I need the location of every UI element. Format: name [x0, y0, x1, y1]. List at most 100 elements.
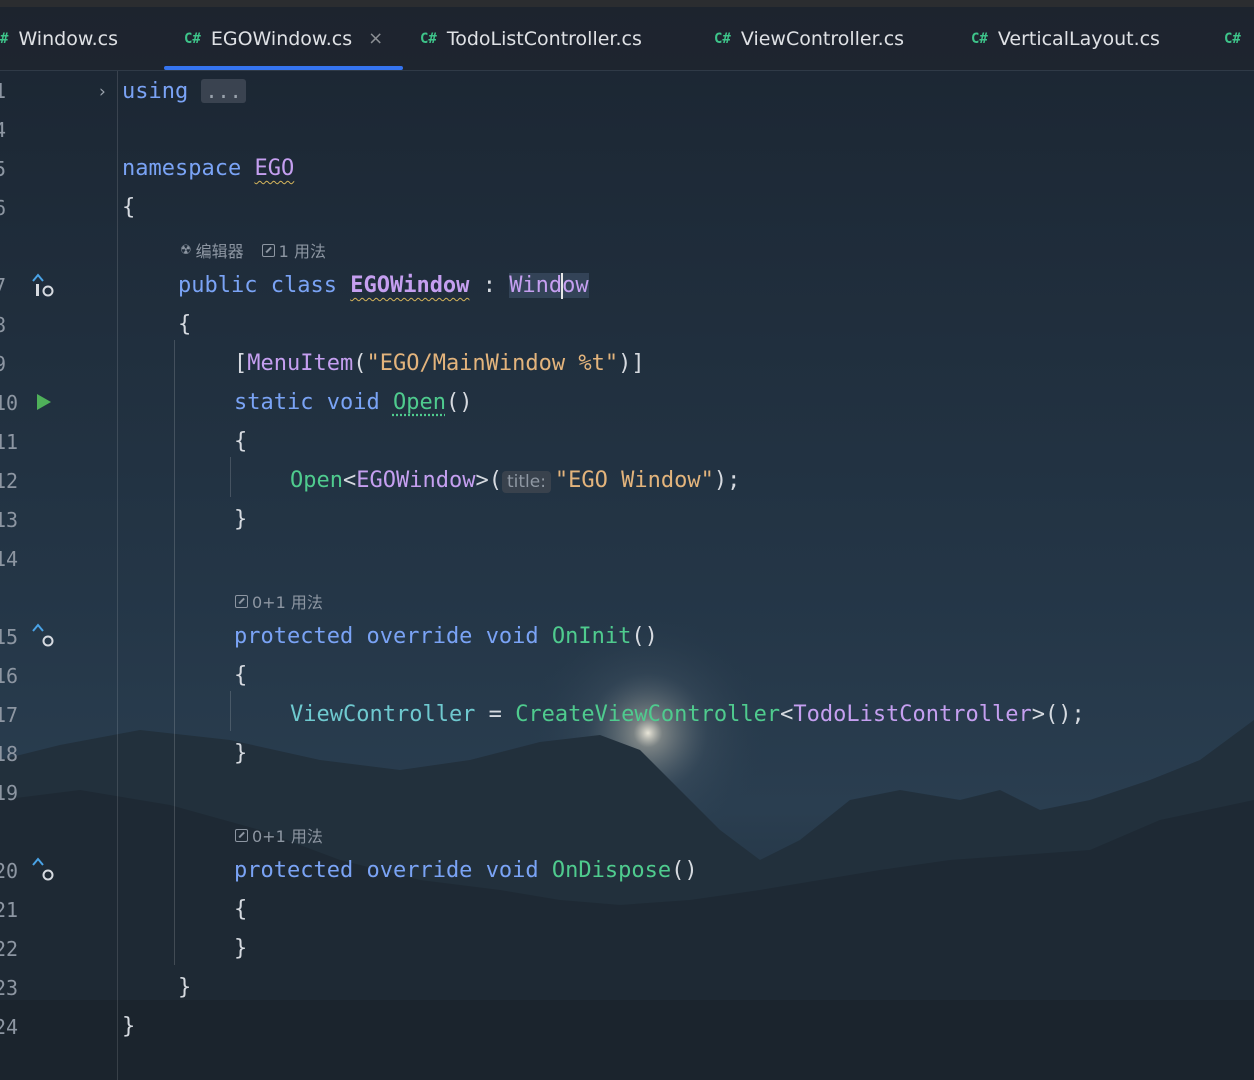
- property-name: ViewController: [290, 702, 476, 727]
- punctuation: <: [780, 702, 794, 727]
- usages-icon: [235, 594, 248, 608]
- string-literal: "EGO/MainWindow %t": [366, 351, 619, 376]
- punctuation: >(: [475, 468, 502, 493]
- punctuation: (): [631, 624, 658, 649]
- attribute-name: MenuItem: [247, 351, 354, 376]
- class-name: TodoListController: [793, 702, 1032, 727]
- keyword: void: [485, 858, 539, 883]
- code-lens-oninit[interactable]: 0+1 用法: [235, 589, 323, 613]
- line-number: 23: [0, 976, 19, 1000]
- active-tab-indicator: [164, 66, 403, 70]
- tab-todolistcontroller-cs[interactable]: C# TodoListController.cs: [420, 7, 642, 70]
- code-line-6: {: [122, 195, 136, 220]
- punctuation: (): [671, 858, 698, 883]
- fold-expand-icon[interactable]: ›: [99, 82, 106, 102]
- code-line-22: }: [234, 936, 248, 961]
- tab-label: TodoListController.cs: [446, 27, 642, 50]
- line-number: 21: [0, 898, 19, 922]
- keyword: protected: [234, 858, 354, 883]
- keyword: override: [366, 858, 473, 883]
- punctuation: [: [234, 351, 248, 376]
- indent-guide: [174, 340, 175, 965]
- close-icon[interactable]: ×: [368, 28, 383, 49]
- keyword: protected: [234, 624, 354, 649]
- usages-label: 1 用法: [278, 242, 326, 261]
- keyword: namespace: [122, 156, 242, 181]
- code-line-13: }: [234, 507, 248, 532]
- tab-viewcontroller-cs[interactable]: C# ViewController.cs: [714, 7, 904, 70]
- code-line-5: namespace EGO: [122, 154, 294, 184]
- method-name: OnInit: [551, 624, 632, 649]
- indent-guide: [230, 691, 231, 731]
- keyword: class: [270, 273, 337, 298]
- tab-label: VerticalLayout.cs: [997, 27, 1160, 50]
- base-class-part: ow: [562, 273, 589, 298]
- csharp-file-icon: C#: [184, 30, 201, 47]
- csharp-file-icon: C#: [714, 30, 731, 47]
- usages-label: 0+1 用法: [252, 593, 323, 612]
- base-class-name: Window: [509, 273, 589, 299]
- code-editor[interactable]: using ... namespace EGO { public class E…: [0, 0, 1085, 1039]
- line-number: 22: [0, 937, 19, 961]
- method-name: Open: [392, 390, 446, 415]
- code-line-20: protected override void OnDispose(): [234, 856, 698, 886]
- csharp-file-icon: C#: [420, 30, 437, 47]
- override-method-icon[interactable]: [30, 856, 56, 882]
- class-name: EGOWindow: [356, 468, 476, 493]
- keyword: public: [178, 273, 258, 298]
- punctuation: );: [713, 468, 741, 493]
- usages-icon: [261, 243, 275, 257]
- usages-label: 0+1 用法: [252, 827, 323, 846]
- class-name: EGOWindow: [350, 273, 470, 298]
- punctuation: =: [475, 702, 516, 727]
- method-call: Open: [290, 468, 343, 493]
- code-line-15: protected override void OnInit(): [234, 622, 658, 652]
- code-line-10: static void Open(): [234, 388, 472, 418]
- editor-label: 编辑器: [195, 242, 244, 261]
- punctuation: <: [342, 468, 357, 493]
- line-number: 24: [0, 1015, 19, 1039]
- punctuation: (: [353, 351, 367, 376]
- tab-label: Window.cs: [18, 27, 118, 50]
- code-line-18: }: [234, 741, 248, 766]
- tab-overflow[interactable]: C#: [1224, 7, 1251, 70]
- code-line-1: using ...: [122, 76, 246, 106]
- code-line-16: {: [234, 663, 248, 688]
- override-method-icon[interactable]: [30, 622, 56, 648]
- code-line-17: ViewController = CreateViewController<To…: [290, 700, 1085, 730]
- code-line-23: }: [178, 975, 192, 1000]
- tab-verticallayout-cs[interactable]: C# VerticalLayout.cs: [971, 7, 1160, 70]
- code-lens-class[interactable]: ☢ 编辑器 1 用法: [180, 238, 326, 262]
- keyword: void: [326, 390, 380, 415]
- csharp-file-icon: C#: [971, 30, 988, 47]
- code-line-8: {: [178, 312, 192, 337]
- tab-egowindow-cs[interactable]: C# EGOWindow.cs ×: [164, 7, 403, 70]
- code-line-11: {: [234, 429, 248, 454]
- folded-region[interactable]: ...: [201, 79, 246, 103]
- punctuation: )]: [618, 351, 645, 376]
- window-top-strip: [0, 0, 1254, 7]
- gutter-separator: [117, 71, 118, 1080]
- base-class-part: Wind: [509, 273, 563, 298]
- tab-label: EGOWindow.cs: [210, 27, 353, 50]
- punctuation: >();: [1031, 702, 1085, 727]
- keyword: static: [234, 390, 314, 415]
- keyword: override: [366, 624, 473, 649]
- code-lens-ondispose[interactable]: 0+1 用法: [235, 823, 323, 847]
- method-call: CreateViewController: [515, 702, 781, 727]
- editor-tab-bar: # Window.cs C# EGOWindow.cs × C# TodoLis…: [0, 7, 1254, 71]
- tab-label: ViewController.cs: [740, 27, 905, 50]
- namespace-name: EGO: [254, 156, 295, 181]
- indent-guide: [230, 457, 231, 497]
- implements-inherited-icon[interactable]: [30, 272, 56, 298]
- code-line-24: }: [122, 1014, 136, 1039]
- code-line-9: [MenuItem("EGO/MainWindow %t")]: [234, 349, 645, 379]
- run-icon[interactable]: [35, 392, 53, 412]
- method-name: OnDispose: [551, 858, 672, 883]
- keyword: void: [485, 624, 539, 649]
- keyword: using: [122, 79, 189, 104]
- unity-icon: ☢: [180, 242, 192, 258]
- punctuation: (): [445, 390, 473, 415]
- punctuation: :: [482, 273, 496, 298]
- parameter-hint: title:: [501, 471, 551, 493]
